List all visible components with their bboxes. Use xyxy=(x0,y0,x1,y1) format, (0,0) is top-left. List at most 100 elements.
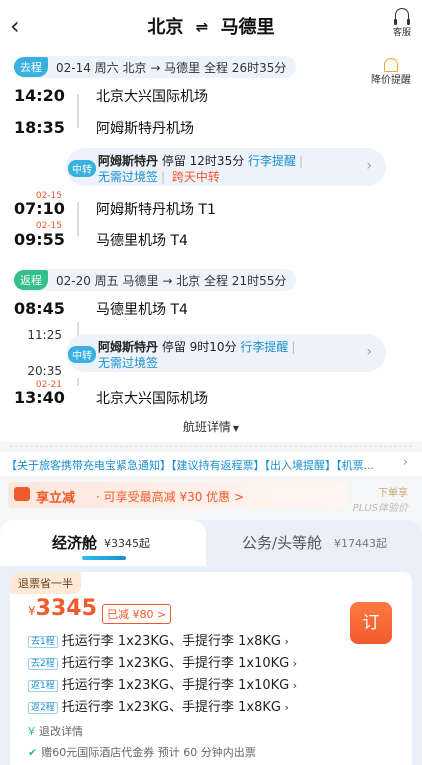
tab-economy-label: 经济舱 xyxy=(52,534,98,552)
baggage-text: 托运行李 1x23KG、手提行李 1x8KG xyxy=(61,700,281,715)
segment-tag: 返1程 xyxy=(28,680,58,692)
baggage-reminder-link[interactable]: 行李提醒 xyxy=(248,154,296,168)
price-value: 3345 xyxy=(35,596,97,621)
transfer-city: 阿姆斯特丹 xyxy=(98,154,159,168)
bell-icon xyxy=(384,58,398,72)
outbound-transfer-card[interactable]: 中转 阿姆斯特丹 停留 12时35分 行李提醒 | 无需过境签 | 跨天中转 › xyxy=(66,148,386,186)
customer-service-label: 客服 xyxy=(392,28,411,38)
return-info: 02-20 周五 马德里 → 北京 全程 21时55分 xyxy=(56,273,287,288)
price-alert-button[interactable]: 降价提醒 xyxy=(366,58,416,87)
baggage-text: 托运行李 1x23KG、手提行李 1x10KG xyxy=(61,656,290,671)
page-title: 北京 ⇌ 马德里 xyxy=(0,13,422,39)
outbound-header: 去程 02-14 周六 北京 → 马德里 全程 26时35分 xyxy=(14,56,297,78)
airport-name: 阿姆斯特丹机场 xyxy=(96,121,194,137)
tab-business-price: ¥17443起 xyxy=(334,537,387,550)
promo-banner[interactable]: 享立减 · 可享受最高减 ¥30 优惠 > xyxy=(8,482,348,508)
refund-change-link[interactable]: ¥ 退改详情 xyxy=(28,723,83,739)
plus-line2: PLUS体验价 xyxy=(352,503,408,514)
refund-change-label: 退改详情 xyxy=(39,725,83,738)
baggage-reminder-link[interactable]: 行李提醒 xyxy=(240,340,288,354)
tab-business-label: 公务/头等舱 xyxy=(242,534,323,552)
headset-icon xyxy=(394,8,410,25)
departure-time: 08:45 xyxy=(14,299,65,318)
transfer-badge: 中转 xyxy=(68,160,96,177)
airport-name: 马德里机场 T4 xyxy=(96,233,188,249)
transfer-stay: 停留 9时10分 xyxy=(161,340,237,354)
flight-row: 07:10 阿姆斯特丹机场 T1 xyxy=(0,199,422,221)
arrival-time: 13:40 xyxy=(14,388,65,407)
baggage-row[interactable]: 返2程 托运行李 1x23KG、手提行李 1x8KG › xyxy=(28,696,289,716)
swap-arrows-icon: ⇌ xyxy=(195,18,209,36)
outbound-info: 02-14 周六 北京 → 马德里 全程 26时35分 xyxy=(56,60,287,75)
active-tab-indicator xyxy=(82,556,126,560)
flight-details-link[interactable]: 航班详情 ▼ xyxy=(0,418,422,435)
cabin-section: 经济舱 ¥3345起 公务/头等舱 ¥17443起 退票省一半 ¥3345 已减… xyxy=(0,520,422,765)
chevron-right-icon: › xyxy=(366,158,372,174)
origin-city: 北京 xyxy=(147,17,184,38)
chevron-right-icon: › xyxy=(366,344,372,360)
arrival-time: 11:25 xyxy=(27,328,62,342)
return-header: 返程 02-20 周五 马德里 → 北京 全程 21时55分 xyxy=(14,269,297,291)
transfer-stay: 停留 12时35分 xyxy=(161,154,245,168)
segment-tag: 去1程 xyxy=(28,636,58,648)
baggage-row[interactable]: 返1程 托运行李 1x23KG、手提行李 1x10KG › xyxy=(28,674,297,694)
overnight-note: 跨天中转 xyxy=(171,170,220,184)
fare-offer-card: 退票省一半 ¥3345 已减 ¥80 > 订 去1程 托运行李 1x23KG、手提… xyxy=(10,572,412,765)
chevron-right-icon: › xyxy=(289,657,298,670)
airport-name: 马德里机场 T4 xyxy=(96,302,188,318)
customer-service-button[interactable]: 客服 xyxy=(390,8,414,38)
departure-time: 07:10 xyxy=(14,199,65,218)
segment-tag: 返2程 xyxy=(28,702,58,714)
top-bar: ‹ 北京 ⇌ 马德里 客服 xyxy=(0,0,422,52)
refund-badge: 退票省一半 xyxy=(10,572,81,594)
timeline-line xyxy=(77,378,79,386)
page: ‹ 北京 ⇌ 马德里 客服 去程 02-14 周六 北京 → 马德里 全程 26… xyxy=(0,0,422,765)
flight-row: 09:55 马德里机场 T4 xyxy=(0,230,422,252)
no-visa-note: 无需过境签 xyxy=(98,170,159,184)
transfer-line1: 阿姆斯特丹 停留 9时10分 行李提醒 | xyxy=(98,340,296,354)
baggage-row[interactable]: 去1程 托运行李 1x23KG、手提行李 1x8KG › xyxy=(28,630,289,650)
voucher-text: 赠60元国际酒店代金券 预计 60 分钟内出票 xyxy=(41,746,256,759)
segment-tag: 去2程 xyxy=(28,658,58,670)
transfer-line2: 无需过境签 | 跨天中转 xyxy=(98,170,220,184)
airport-name: 阿姆斯特丹机场 T1 xyxy=(96,202,216,218)
transfer-city: 阿姆斯特丹 xyxy=(98,340,159,354)
currency-symbol: ¥ xyxy=(28,604,36,618)
departure-time: 14:20 xyxy=(14,86,65,105)
itinerary-card: 去程 02-14 周六 北京 → 马德里 全程 26时35分 降价提醒 14:2… xyxy=(0,52,422,442)
chevron-right-icon: › xyxy=(289,679,298,692)
flight-row: 08:45 马德里机场 T4 xyxy=(0,299,422,321)
tab-economy[interactable]: 经济舱 ¥3345起 xyxy=(0,520,206,566)
arrival-time: 18:35 xyxy=(14,118,65,137)
arrival-time: 09:55 xyxy=(14,230,65,249)
baggage-text: 托运行李 1x23KG、手提行李 1x10KG xyxy=(61,678,290,693)
flight-row: 18:35 阿姆斯特丹机场 xyxy=(0,118,422,140)
transfer-badge: 中转 xyxy=(68,346,96,363)
notice-text: 【关于旅客携带充电宝紧急通知】【建议持有返程票】【出入境提醒】【机票... xyxy=(6,459,374,472)
plus-line1: 下单享 xyxy=(378,488,408,499)
baggage-text: 托运行李 1x23KG、手提行李 1x8KG xyxy=(61,634,281,649)
discount-badge[interactable]: 已减 ¥80 > xyxy=(102,604,172,624)
tab-business-first[interactable]: 公务/头等舱 ¥17443起 xyxy=(206,520,422,566)
return-tag: 返程 xyxy=(14,270,48,290)
yen-icon: ¥ xyxy=(28,725,35,738)
promo-title: 享立减 xyxy=(36,491,76,506)
transfer-line1: 阿姆斯特丹 停留 12时35分 行李提醒 | xyxy=(98,154,304,168)
fare-price: ¥3345 xyxy=(28,596,97,621)
flight-row: 13:40 北京大兴国际机场 xyxy=(0,388,422,410)
chevron-right-icon: › xyxy=(280,701,289,714)
notice-bar[interactable]: 【关于旅客携带充电宝紧急通知】【建议持有返程票】【出入境提醒】【机票... › xyxy=(0,452,422,476)
promo-text: · 可享受最高减 ¥30 优惠 > xyxy=(96,490,245,504)
coupon-icon xyxy=(14,487,30,501)
plus-badge: 下单享 PLUS体验价 xyxy=(353,484,408,514)
voucher-note: ✔ 赠60元国际酒店代金券 预计 60 分钟内出票 xyxy=(28,744,256,760)
book-button[interactable]: 订 xyxy=(350,602,392,644)
chevron-right-icon: › xyxy=(402,455,408,470)
airport-name: 北京大兴国际机场 xyxy=(96,391,208,407)
tab-economy-price: ¥3345起 xyxy=(104,537,150,550)
destination-city: 马德里 xyxy=(220,17,275,38)
baggage-row[interactable]: 去2程 托运行李 1x23KG、手提行李 1x10KG › xyxy=(28,652,297,672)
divider xyxy=(10,446,412,447)
chevron-right-icon: › xyxy=(280,635,289,648)
flight-details-label: 航班详情 xyxy=(182,420,231,434)
